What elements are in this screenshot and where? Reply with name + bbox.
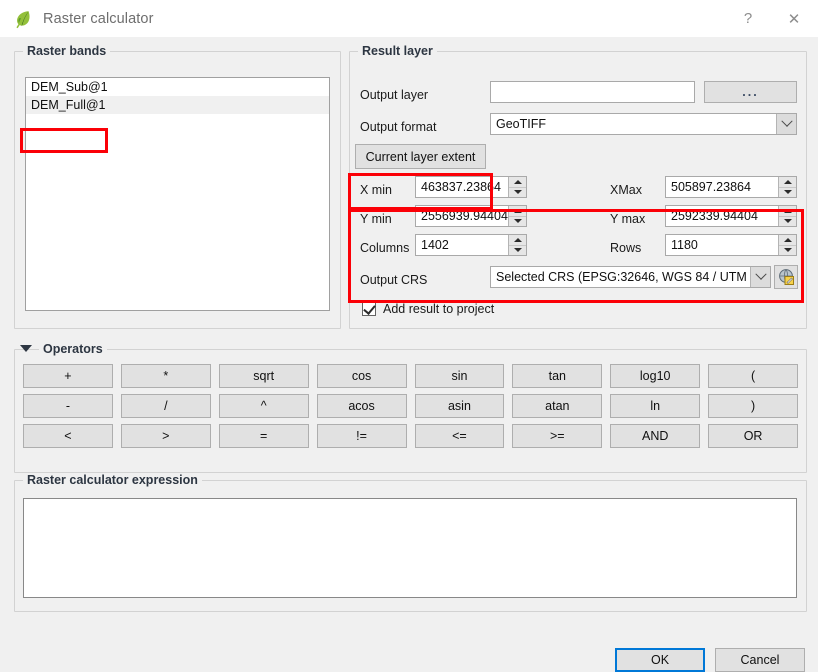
globe-edit-icon [779, 269, 794, 285]
expression-input[interactable] [23, 498, 797, 598]
xmin-value[interactable]: 463837.23864 [416, 177, 508, 197]
columns-spin-buttons[interactable] [508, 235, 526, 255]
xmin-label: X min [360, 183, 392, 197]
output-crs-select[interactable]: Selected CRS (EPSG:32646, WGS 84 / UTM z [490, 266, 771, 288]
output-format-value: GeoTIFF [496, 117, 547, 131]
spinner-down-icon[interactable] [509, 217, 526, 227]
xmin-spin-buttons[interactable] [508, 177, 526, 197]
raster-bands-list[interactable]: DEM_Sub@1 DEM_Full@1 [25, 77, 330, 311]
operator-button[interactable]: <= [414, 424, 505, 448]
operator-button[interactable]: ) [708, 394, 798, 418]
operator-button[interactable]: OR [708, 424, 798, 448]
operator-button[interactable]: - [23, 394, 113, 418]
add-result-checkbox[interactable] [362, 302, 376, 316]
expression-group: Raster calculator expression [14, 473, 807, 612]
operators-grid: + * sqrt cos sin tan log10 ( - / ^ acos asin atan ln) <… [23, 364, 798, 448]
spinner-up-icon[interactable] [509, 235, 526, 246]
expression-group-title: Raster calculator expression [23, 473, 202, 487]
browse-output-layer-button[interactable]: ... [704, 81, 797, 103]
operator-button[interactable]: ^ [218, 394, 309, 418]
operator-button[interactable]: atan [512, 394, 603, 418]
ymin-spin-buttons[interactable] [508, 206, 526, 226]
add-result-label: Add result to project [383, 302, 495, 316]
spinner-down-icon[interactable] [509, 188, 526, 198]
help-button[interactable]: ? [726, 0, 770, 37]
ok-button[interactable]: OK [615, 648, 705, 672]
columns-label: Columns [360, 241, 410, 255]
operator-button[interactable]: ( [708, 364, 798, 388]
rows-spinner[interactable]: 1180 [665, 234, 797, 256]
raster-bands-group: Raster bands DEM_Sub@1 DEM_Full@1 [14, 44, 341, 329]
chevron-down-icon[interactable] [750, 267, 770, 287]
operator-button[interactable]: > [120, 424, 211, 448]
operator-button[interactable]: < [23, 424, 113, 448]
output-layer-label: Output layer [360, 88, 429, 102]
list-item[interactable]: DEM_Full@1 [26, 96, 329, 114]
check-icon [363, 302, 376, 315]
columns-value[interactable]: 1402 [416, 235, 508, 255]
window-title: Raster calculator [43, 10, 154, 27]
ymin-label: Y min [360, 212, 392, 226]
operators-group-title: Operators [39, 342, 107, 356]
ymax-spinner[interactable]: 2592339.94404 [665, 205, 797, 227]
close-icon[interactable]: ✕ [770, 0, 818, 37]
operator-button[interactable]: / [120, 394, 211, 418]
operator-button[interactable]: AND [610, 424, 701, 448]
operator-button[interactable]: tan [512, 364, 603, 388]
spinner-down-icon[interactable] [509, 246, 526, 256]
chevron-down-icon[interactable] [776, 114, 796, 134]
xmax-spinner[interactable]: 505897.23864 [665, 176, 797, 198]
operator-button[interactable]: = [218, 424, 309, 448]
operator-button[interactable]: log10 [610, 364, 701, 388]
collapse-triangle-icon[interactable] [20, 345, 32, 352]
result-layer-group: Result layer Output layer ... Output for… [349, 44, 807, 329]
spinner-up-icon[interactable] [509, 177, 526, 188]
spinner-up-icon[interactable] [509, 206, 526, 217]
output-crs-value: Selected CRS (EPSG:32646, WGS 84 / UTM z [496, 270, 750, 284]
spinner-down-icon[interactable] [779, 246, 796, 256]
ymin-value[interactable]: 2556939.94404 [416, 206, 508, 226]
operator-button[interactable]: sin [414, 364, 505, 388]
operator-button[interactable]: cos [316, 364, 407, 388]
raster-bands-group-title: Raster bands [23, 44, 111, 58]
xmin-spinner[interactable]: 463837.23864 [415, 176, 527, 198]
ymin-spinner[interactable]: 2556939.94404 [415, 205, 527, 227]
dialog-body: Raster bands DEM_Sub@1 DEM_Full@1 Result… [0, 37, 818, 672]
operator-button[interactable]: asin [414, 394, 505, 418]
operator-button[interactable]: ln [610, 394, 701, 418]
operator-button[interactable]: != [316, 424, 407, 448]
xmax-label: XMax [610, 183, 642, 197]
ymax-value[interactable]: 2592339.94404 [666, 206, 778, 226]
qgis-leaf-icon [16, 10, 30, 28]
operator-button[interactable]: acos [316, 394, 407, 418]
select-crs-button[interactable] [774, 265, 798, 289]
spinner-down-icon[interactable] [779, 188, 796, 198]
output-crs-label: Output CRS [360, 273, 428, 287]
xmax-spin-buttons[interactable] [778, 177, 796, 197]
spinner-up-icon[interactable] [779, 206, 796, 217]
output-format-select[interactable]: GeoTIFF [490, 113, 797, 135]
rows-spin-buttons[interactable] [778, 235, 796, 255]
current-layer-extent-button[interactable]: Current layer extent [355, 144, 486, 169]
spinner-up-icon[interactable] [779, 235, 796, 246]
xmax-value[interactable]: 505897.23864 [666, 177, 778, 197]
operator-button[interactable]: * [120, 364, 211, 388]
operator-button[interactable]: >= [512, 424, 603, 448]
spinner-up-icon[interactable] [779, 177, 796, 188]
operators-group: Operators + * sqrt cos sin tan log10 ( - / ^ acos as… [14, 342, 807, 473]
window-titlebar: Raster calculator ? ✕ [0, 0, 818, 37]
rows-value[interactable]: 1180 [666, 235, 778, 255]
output-layer-input[interactable] [490, 81, 695, 103]
columns-spinner[interactable]: 1402 [415, 234, 527, 256]
list-item[interactable]: DEM_Sub@1 [26, 78, 329, 96]
output-format-label: Output format [360, 120, 437, 134]
cancel-button[interactable]: Cancel [715, 648, 805, 672]
ymax-label: Y max [610, 212, 646, 226]
operator-button[interactable]: + [23, 364, 113, 388]
result-layer-group-title: Result layer [358, 44, 437, 58]
rows-label: Rows [610, 241, 642, 255]
operator-button[interactable]: sqrt [218, 364, 309, 388]
ymax-spin-buttons[interactable] [778, 206, 796, 226]
spinner-down-icon[interactable] [779, 217, 796, 227]
